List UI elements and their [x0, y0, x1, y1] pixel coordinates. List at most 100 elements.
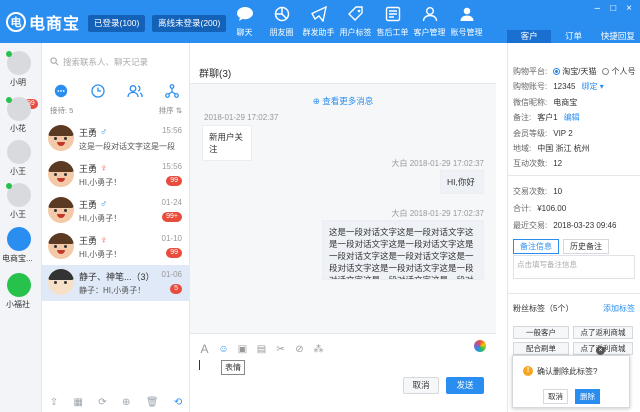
- last-trade-row: 最近交易: 2018-03-23 09:46: [513, 220, 616, 231]
- message-time: 01-24: [161, 198, 182, 207]
- message-meta: 大白 2018-01-29 17:02:37: [391, 209, 484, 218]
- tab-note-info[interactable]: 备注信息: [513, 239, 559, 254]
- account-name: 小福社: [6, 300, 30, 309]
- list-header: 接待: 5 排序 ⇅: [50, 105, 182, 117]
- group-tab-icon[interactable]: [125, 81, 145, 101]
- field-label: 最近交易:: [513, 221, 548, 230]
- link-icon[interactable]: ⊘: [293, 344, 306, 355]
- interact-row: 互动次数: 12: [513, 158, 562, 169]
- cancel-button[interactable]: 取消: [403, 377, 439, 394]
- note-textarea[interactable]: 点击填写备注信息: [513, 255, 635, 279]
- tag-icon: [346, 4, 366, 24]
- tool-label: 账号管理: [450, 28, 483, 37]
- maximize-icon[interactable]: □: [610, 3, 616, 14]
- tab-quick-reply[interactable]: 快捷回复: [596, 30, 640, 43]
- field-label: 微信昵称:: [513, 98, 548, 107]
- offline-button[interactable]: 离线未登录(200): [152, 15, 227, 32]
- platform-radio-personal[interactable]: 个人号: [602, 66, 635, 77]
- tool-accounts[interactable]: 账号管理: [448, 4, 485, 42]
- broadcast-icon: [309, 4, 329, 24]
- tab-customer[interactable]: 客户: [507, 30, 552, 43]
- contact-name: 王勇: [79, 164, 98, 174]
- add-icon[interactable]: ⊕: [122, 397, 130, 408]
- field-value: ¥106.00: [537, 204, 567, 213]
- message-tab-icon[interactable]: [51, 81, 71, 101]
- contact-row[interactable]: 王勇 ♂ HI,小勇子！ 01-24 99+: [42, 193, 190, 229]
- emoji-icon[interactable]: ☺: [217, 344, 230, 355]
- tool-label: 客户管理: [413, 28, 446, 37]
- popup-delete-button[interactable]: 删除: [575, 389, 600, 404]
- image-icon[interactable]: ▣: [236, 344, 249, 355]
- divider: [508, 293, 640, 294]
- tab-note-history[interactable]: 历史备注: [563, 239, 609, 254]
- edit-link[interactable]: 编辑: [564, 112, 580, 123]
- sort-button[interactable]: 排序 ⇅: [159, 105, 182, 117]
- message-bubble: HI,你好: [440, 170, 484, 194]
- popup-cancel-button[interactable]: 取消: [543, 389, 568, 404]
- tool-user-tags[interactable]: 用户标签: [337, 4, 374, 42]
- field-label: 地域:: [513, 144, 532, 153]
- store-icon[interactable]: ▦: [73, 397, 82, 408]
- window-controls: – □ ×: [595, 3, 632, 14]
- text-cursor: [199, 360, 200, 370]
- chat-title: 群聊(3): [199, 69, 232, 80]
- contact-name: 静子、神笔...（3）: [79, 272, 155, 282]
- account-name: 电商宝...: [2, 254, 33, 263]
- platform-radio-taobao[interactable]: 淘宝/天猫: [553, 66, 596, 77]
- app-logo: 电 电商宝: [6, 10, 80, 34]
- tag-chip[interactable]: 一般客户: [513, 326, 569, 339]
- contact-list: 王勇 ♂ 这是一段对话文字这是一段 15:56 王勇 ♀ HI,小勇子！ 15:56…: [42, 121, 190, 301]
- contact-row[interactable]: 王勇 ♀ HI,小勇子！ 01-10 99: [42, 229, 190, 265]
- field-value: 电商宝: [553, 98, 578, 107]
- account-item[interactable]: 电商宝...: [0, 223, 42, 265]
- add-tag-link[interactable]: 添加标签: [603, 303, 635, 314]
- color-picker-icon[interactable]: [474, 340, 486, 352]
- contacts-footer: ⇪ ▦ ⟳ ⊕ 🗑 ⟲: [42, 393, 190, 412]
- account-item[interactable]: 小花: [0, 93, 42, 135]
- tag-remove-icon[interactable]: ×: [596, 346, 605, 355]
- sync-icon[interactable]: ⟲: [174, 397, 182, 408]
- tag-chip[interactable]: 配合刷单: [513, 342, 569, 355]
- close-icon[interactable]: ×: [626, 3, 632, 14]
- load-more-link[interactable]: ⊕ 查看更多消息: [190, 95, 496, 107]
- logged-in-button[interactable]: 已登录(100): [88, 15, 146, 32]
- delete-icon[interactable]: 🗑: [146, 397, 159, 408]
- online-dot: [6, 51, 12, 57]
- account-name: 小花: [10, 124, 26, 133]
- screenshot-icon[interactable]: ✂: [274, 344, 287, 355]
- tool-label: 群发助手: [302, 28, 335, 37]
- tool-broadcast[interactable]: 群发助手: [300, 4, 337, 42]
- tool-chat[interactable]: 聊天: [226, 4, 263, 42]
- account-item[interactable]: 小王: [0, 136, 42, 178]
- apps-icon[interactable]: ⁂: [312, 344, 325, 355]
- tag-chip[interactable]: 点了返利商城: [573, 326, 633, 339]
- upload-icon[interactable]: ⇪: [50, 397, 58, 408]
- contact-name: 王勇: [79, 200, 98, 210]
- contact-name: 王勇: [79, 128, 98, 138]
- account-item[interactable]: 小王: [0, 179, 42, 221]
- network-tab-icon[interactable]: [162, 81, 182, 101]
- contact-row[interactable]: 王勇 ♀ HI,小勇子！ 15:56 99: [42, 157, 190, 193]
- bind-link[interactable]: 绑定 ▾: [581, 81, 603, 92]
- field-value: 10: [553, 187, 563, 196]
- chat-area: 群聊(3) ⊕ 查看更多消息 2018-01-29 17:02:37 新用户关注…: [190, 43, 496, 412]
- vip-row: 会员等级: VIP 2: [513, 128, 573, 139]
- tool-moments[interactable]: 朋友圈: [263, 4, 300, 42]
- font-icon[interactable]: A: [198, 342, 211, 356]
- file-icon[interactable]: ▤: [255, 344, 268, 355]
- field-value: 12345: [553, 82, 576, 91]
- message-time: 01-06: [161, 270, 182, 279]
- contact-row[interactable]: 王勇 ♂ 这是一段对话文字这是一段 15:56: [42, 121, 190, 157]
- account-item[interactable]: 小福社: [0, 269, 42, 311]
- search-input[interactable]: 搜索联系人、聊天记录: [50, 53, 180, 71]
- minimize-icon[interactable]: –: [595, 3, 601, 14]
- account-name: 小明: [10, 78, 26, 87]
- send-button[interactable]: 发送: [446, 377, 484, 394]
- account-item[interactable]: 小明 99: [0, 47, 42, 109]
- clock-tab-icon[interactable]: [88, 81, 108, 101]
- tab-orders[interactable]: 订单: [551, 30, 595, 43]
- refresh-add-icon[interactable]: ⟳: [98, 397, 106, 408]
- contact-row-group[interactable]: 静子、神笔...（3） 静子：HI,小勇子！ 01-06 5: [42, 265, 190, 301]
- tool-customers[interactable]: 客户管理: [411, 4, 448, 42]
- tool-after-sales[interactable]: 售后工单: [374, 4, 411, 42]
